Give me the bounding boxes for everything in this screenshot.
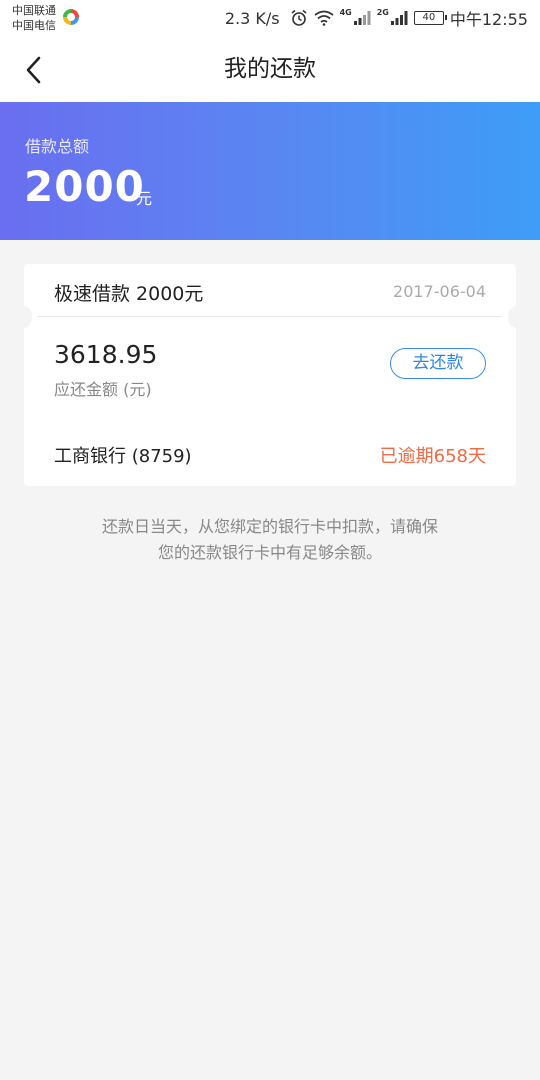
signal-icon (353, 11, 371, 25)
overdue-status: 已逾期658天 (379, 446, 486, 467)
carrier-info: 中国联通 中国电信 (12, 3, 56, 33)
carrier-logo-icon (63, 9, 79, 25)
bank-card: 工商银行 (8759) (54, 446, 192, 467)
note-line-2: 您的还款银行卡中有足够余额。 (157, 543, 382, 562)
card-notch-left (16, 306, 32, 328)
clock: 中午12:55 (449, 10, 528, 29)
repayment-note: 还款日当天，从您绑定的银行卡中扣款，请确保 您的还款银行卡中有足够余额。 (40, 514, 500, 566)
status-indicators: 2.3 K/s 4G 2G 40 中午12:55 (225, 0, 528, 36)
note-line-1: 还款日当天，从您绑定的银行卡中扣款，请确保 (101, 517, 438, 536)
back-button[interactable] (14, 50, 54, 90)
total-label: 借款总额 (25, 137, 90, 156)
signal-icon (390, 11, 408, 25)
battery-icon: 40 (413, 11, 447, 25)
alarm-icon (291, 9, 307, 26)
total-amount: 2000 (24, 162, 145, 211)
network-type-2: 2G (376, 7, 389, 17)
repay-button[interactable]: 去还款 (390, 348, 486, 379)
network-speed: 2.3 K/s (224, 8, 280, 28)
status-bar: 中国联通 中国电信 2.3 K/s 4G 2G 40 中午12:55 (0, 0, 540, 36)
loan-title: 极速借款 2000元 (54, 283, 204, 305)
loan-date: 2017-06-04 (393, 282, 486, 301)
network-type-1: 4G (339, 7, 352, 17)
wifi-icon (314, 10, 334, 26)
card-divider (38, 316, 502, 317)
loan-total-banner: 借款总额 2000 (0, 102, 540, 240)
carrier-1: 中国联通 (12, 4, 56, 17)
total-unit: 元 (136, 189, 153, 208)
nav-bar: 我的还款 (0, 36, 540, 102)
carrier-2: 中国电信 (12, 19, 56, 32)
loan-card: 极速借款 2000元 2017-06-04 3618.95 应还金额 (元) 去… (16, 264, 524, 486)
due-amount-label: 应还金额 (元) (54, 380, 152, 399)
page-title: 我的还款 (224, 56, 316, 82)
due-amount: 3618.95 (54, 340, 158, 369)
card-notch-right (508, 306, 524, 328)
chevron-left-icon (26, 56, 41, 84)
